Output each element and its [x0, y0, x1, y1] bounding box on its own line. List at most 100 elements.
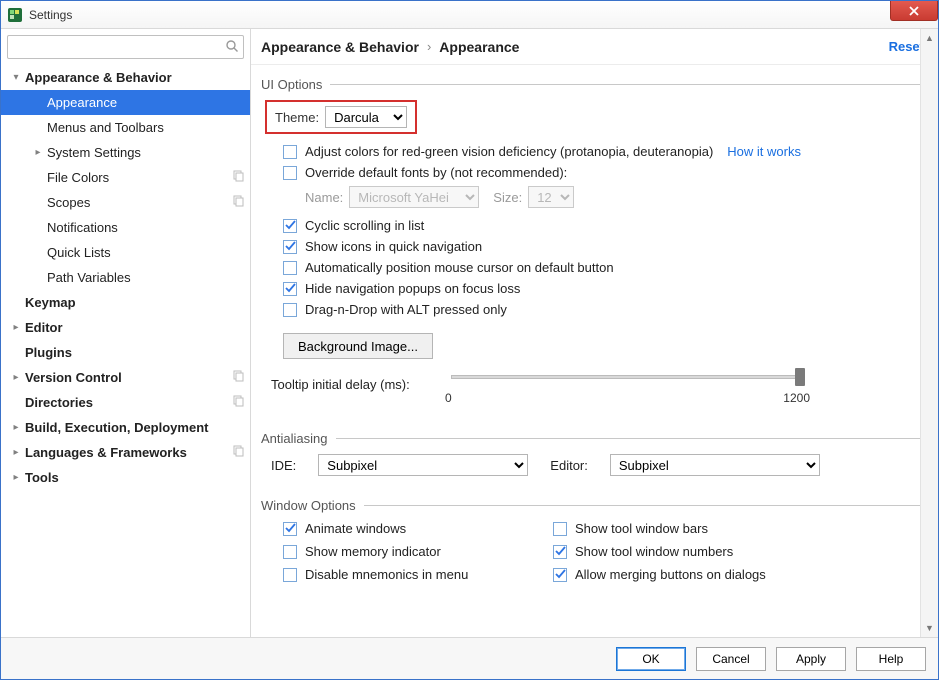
- checkbox[interactable]: [283, 303, 297, 317]
- section-title: UI Options: [261, 77, 330, 92]
- per-project-icon: [232, 370, 244, 385]
- tree-item[interactable]: ▾Appearance & Behavior: [1, 65, 250, 90]
- tree-item[interactable]: ▸System Settings: [1, 140, 250, 165]
- settings-tree-panel: ▾Appearance & BehaviorAppearanceMenus an…: [1, 29, 251, 637]
- theme-select[interactable]: Darcula: [325, 106, 407, 128]
- breadcrumb-leaf: Appearance: [439, 39, 519, 55]
- scroll-up-icon[interactable]: ▲: [921, 29, 938, 47]
- checkbox[interactable]: [553, 568, 567, 582]
- dialog-body: ▾Appearance & BehaviorAppearanceMenus an…: [1, 29, 938, 637]
- section-window-options: Window Options: [261, 498, 920, 513]
- checkbox[interactable]: [283, 545, 297, 559]
- checkbox-row: Show memory indicator: [283, 544, 553, 559]
- chevron-right-icon: ▸: [7, 372, 25, 383]
- search-box[interactable]: [7, 35, 244, 59]
- aa-editor-select[interactable]: Subpixel: [610, 454, 820, 476]
- font-size-label: Size:: [493, 190, 522, 205]
- reset-link[interactable]: Reset: [889, 39, 924, 54]
- tree-item[interactable]: Directories: [1, 390, 250, 415]
- cancel-button[interactable]: Cancel: [696, 647, 766, 671]
- checkbox[interactable]: [283, 522, 297, 536]
- tree-item[interactable]: File Colors: [1, 165, 250, 190]
- checkbox-row: Override default fonts by (not recommend…: [283, 165, 920, 180]
- tree-item[interactable]: ▸Tools: [1, 465, 250, 490]
- tree-item-label: Version Control: [25, 370, 232, 385]
- theme-label: Theme:: [275, 110, 319, 125]
- search-icon: [225, 39, 239, 56]
- checkbox-label: Drag-n-Drop with ALT pressed only: [305, 302, 507, 317]
- tree-item[interactable]: Scopes: [1, 190, 250, 215]
- checkbox[interactable]: [283, 568, 297, 582]
- tooltip-delay-label: Tooltip initial delay (ms):: [271, 373, 451, 392]
- antialiasing-row: IDE: Subpixel Editor: Subpixel: [271, 454, 920, 476]
- tree-item-label: Directories: [25, 395, 232, 410]
- section-title: Window Options: [261, 498, 364, 513]
- tree-item-label: Path Variables: [47, 270, 244, 285]
- tree-item-label: File Colors: [47, 170, 232, 185]
- tree-item[interactable]: Appearance: [1, 90, 250, 115]
- tree-item-label: Notifications: [47, 220, 244, 235]
- tree-item-label: Keymap: [25, 295, 244, 310]
- chevron-right-icon: ▸: [7, 472, 25, 483]
- help-button[interactable]: Help: [856, 647, 926, 671]
- tree-item[interactable]: Quick Lists: [1, 240, 250, 265]
- tree-item[interactable]: Path Variables: [1, 265, 250, 290]
- ok-button[interactable]: OK: [616, 647, 686, 671]
- tooltip-delay-slider[interactable]: 0 1200: [451, 373, 801, 407]
- tree-item[interactable]: ▸Version Control: [1, 365, 250, 390]
- apply-button[interactable]: Apply: [776, 647, 846, 671]
- close-button[interactable]: [890, 1, 938, 21]
- checkbox-row: Allow merging buttons on dialogs: [553, 567, 823, 582]
- window-options-grid: Animate windows Show tool window bars Show…: [283, 521, 920, 582]
- per-project-icon: [232, 195, 244, 210]
- tree-item[interactable]: Notifications: [1, 215, 250, 240]
- tree-item[interactable]: Keymap: [1, 290, 250, 315]
- checkbox[interactable]: [283, 240, 297, 254]
- tree-item-label: Plugins: [25, 345, 244, 360]
- scroll-down-icon[interactable]: ▼: [921, 619, 938, 637]
- checkbox[interactable]: [553, 522, 567, 536]
- tree-item[interactable]: ▸Languages & Frameworks: [1, 440, 250, 465]
- tree-item-label: Languages & Frameworks: [25, 445, 232, 460]
- checkbox-label: Show tool window numbers: [575, 544, 733, 559]
- checkbox[interactable]: [283, 282, 297, 296]
- checkbox-row: Show tool window numbers: [553, 544, 823, 559]
- checkbox-label: Show memory indicator: [305, 544, 441, 559]
- checkbox[interactable]: [283, 166, 297, 180]
- per-project-icon: [232, 395, 244, 410]
- chevron-right-icon: ▸: [7, 422, 25, 433]
- section-title: Antialiasing: [261, 431, 336, 446]
- search-wrap: [1, 29, 250, 63]
- scrollbar[interactable]: ▲ ▼: [920, 29, 938, 637]
- divider: [330, 84, 920, 85]
- divider: [364, 505, 920, 506]
- tree-item[interactable]: ▸Editor: [1, 315, 250, 340]
- breadcrumb: Appearance & Behavior › Appearance Reset: [251, 29, 938, 65]
- aa-ide-select[interactable]: Subpixel: [318, 454, 528, 476]
- tree-item-label: Scopes: [47, 195, 232, 210]
- checkbox-label: Allow merging buttons on dialogs: [575, 567, 766, 582]
- chevron-right-icon: ▸: [29, 147, 47, 158]
- divider: [336, 438, 921, 439]
- checkbox[interactable]: [283, 145, 297, 159]
- settings-tree[interactable]: ▾Appearance & BehaviorAppearanceMenus an…: [1, 63, 250, 637]
- tree-item[interactable]: Plugins: [1, 340, 250, 365]
- background-image-button[interactable]: Background Image...: [283, 333, 433, 359]
- per-project-icon: [232, 445, 244, 460]
- how-it-works-link[interactable]: How it works: [727, 144, 801, 159]
- app-icon: [7, 7, 23, 23]
- checkbox-label: Hide navigation popups on focus loss: [305, 281, 520, 296]
- tree-item-label: Tools: [25, 470, 244, 485]
- tree-item[interactable]: ▸Build, Execution, Deployment: [1, 415, 250, 440]
- checkbox-row: Animate windows: [283, 521, 553, 536]
- checkbox[interactable]: [553, 545, 567, 559]
- checkbox[interactable]: [283, 261, 297, 275]
- checkbox[interactable]: [283, 219, 297, 233]
- search-input[interactable]: [12, 39, 225, 56]
- checkbox-label: Animate windows: [305, 521, 406, 536]
- breadcrumb-root[interactable]: Appearance & Behavior: [261, 39, 419, 55]
- tree-item[interactable]: Menus and Toolbars: [1, 115, 250, 140]
- font-size-select: 12: [528, 186, 574, 208]
- tree-item-label: Quick Lists: [47, 245, 244, 260]
- checkbox-row: Show tool window bars: [553, 521, 823, 536]
